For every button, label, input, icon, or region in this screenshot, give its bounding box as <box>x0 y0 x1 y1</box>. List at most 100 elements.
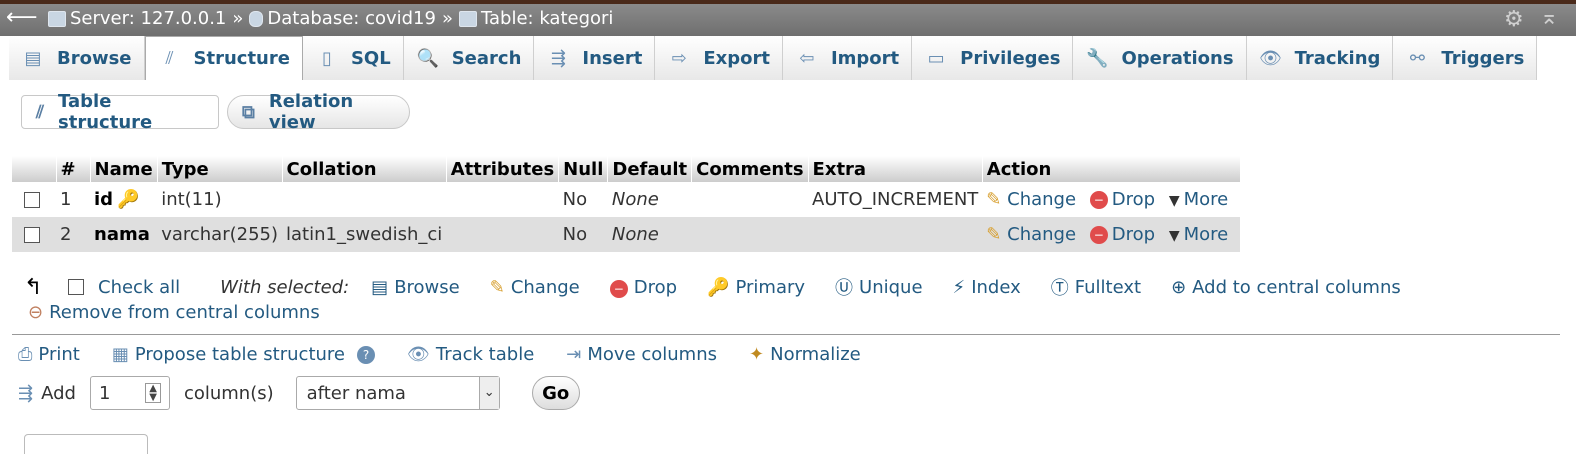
header-default[interactable]: Default <box>607 156 693 182</box>
move-columns-link[interactable]: ⇥ Move columns <box>566 344 717 365</box>
breadcrumb-separator: » <box>441 8 453 29</box>
header-attributes[interactable]: Attributes <box>446 156 560 182</box>
help-icon[interactable]: ? <box>357 345 375 364</box>
more-dropdown[interactable]: ▼ More <box>1169 224 1228 245</box>
bulk-drop-button[interactable]: − Drop <box>609 277 677 298</box>
tab-operations[interactable]: 🔧 Operations <box>1073 36 1247 80</box>
tab-label: Structure <box>193 48 290 69</box>
bulk-change-label: Change <box>510 276 580 298</box>
check-all-checkbox[interactable] <box>68 279 84 295</box>
header-checkbox <box>12 156 57 182</box>
row-num: 1 <box>60 189 72 210</box>
row-default: None <box>611 189 659 210</box>
partial-panel <box>24 434 148 454</box>
row-actions: ✎ Change − Drop ▼ More <box>982 182 1240 217</box>
tab-label: Tracking <box>1294 47 1381 69</box>
subtab-table-structure[interactable]: ⫽ Table structure <box>21 91 219 133</box>
drop-link[interactable]: − Drop <box>1089 224 1155 245</box>
subtab-relation-view[interactable]: ⧉ Relation view <box>227 91 410 133</box>
tab-insert[interactable]: ⇶ Insert <box>534 36 656 80</box>
magic-wand-icon: ✦ <box>749 344 765 365</box>
tab-search[interactable]: 🔍 Search <box>403 36 535 80</box>
bulk-fulltext-button[interactable]: Ⓣ Fulltext <box>1051 274 1141 300</box>
with-selected-label: With selected: <box>220 276 350 298</box>
header-extra[interactable]: Extra <box>808 156 983 182</box>
bulk-add-central-button[interactable]: ⊕ Add to central columns <box>1171 277 1401 298</box>
spinner-icon[interactable]: ▲ ▼ <box>145 383 161 403</box>
tab-label: Import <box>830 47 900 69</box>
row-checkbox-cell <box>12 217 56 252</box>
gear-icon[interactable]: ⚙ <box>1504 7 1524 32</box>
bulk-add-central-label: Add to central columns <box>1192 276 1401 298</box>
bulk-change-button[interactable]: ✎ Change <box>490 277 580 298</box>
tab-browse[interactable]: ▤ Browse <box>9 36 145 80</box>
track-table-link[interactable]: 👁 Track table <box>407 344 534 365</box>
browse-icon: ▤ <box>371 276 389 298</box>
row-name-cell: id 🔑 <box>90 182 157 217</box>
tab-export[interactable]: ⇨ Export <box>655 36 783 80</box>
insert-icon: ⇶ <box>550 47 566 69</box>
add-central-icon: ⊕ <box>1171 276 1187 298</box>
primary-key-icon: 🔑 <box>117 189 140 210</box>
header-type[interactable]: Type <box>157 156 283 182</box>
pencil-icon: ✎ <box>986 189 1002 210</box>
row-name: id <box>94 189 114 210</box>
wrench-icon: 🔧 <box>1086 47 1109 69</box>
row-collation: latin1_swedish_ci <box>282 217 447 252</box>
print-link[interactable]: ⎙ Print <box>18 344 80 365</box>
drop-label: Drop <box>1111 189 1156 210</box>
go-button[interactable]: Go <box>531 376 580 410</box>
fulltext-icon: Ⓣ <box>1050 278 1069 299</box>
header-comments[interactable]: Comments <box>691 156 809 182</box>
triangle-down-icon: ▼ <box>1168 228 1180 244</box>
row-checkbox[interactable] <box>24 227 40 243</box>
tab-label: Operations <box>1121 47 1234 69</box>
track-label: Track table <box>435 344 535 365</box>
tab-triggers[interactable]: ⚯ Triggers <box>1393 36 1538 80</box>
column-count-stepper[interactable]: 1 ▲ ▼ <box>89 376 170 410</box>
tab-sql[interactable]: ▯ SQL <box>302 36 404 80</box>
change-label: Change <box>1007 189 1077 210</box>
row-null: No <box>558 217 608 252</box>
bulk-browse-label: Browse <box>394 276 460 298</box>
bulk-browse-button[interactable]: ▤ Browse <box>371 277 460 298</box>
back-arrow-icon[interactable]: ⟵ <box>6 5 38 30</box>
eye-icon: 👁 <box>1259 47 1282 69</box>
row-name: nama <box>94 224 150 245</box>
bulk-index-button[interactable]: ⚡ Index <box>953 277 1021 298</box>
structure-icon: ⫽ <box>36 101 45 123</box>
arrow-up-icon: ↰ <box>24 274 43 300</box>
check-all-label[interactable]: Check all <box>98 277 180 298</box>
row-type: varchar(255) <box>157 217 283 252</box>
change-label: Change <box>1007 224 1077 245</box>
column-position-select[interactable]: after nama ⌄ <box>295 376 500 410</box>
drop-link[interactable]: − Drop <box>1089 189 1156 210</box>
header-name[interactable]: Name <box>90 156 158 182</box>
bulk-remove-central-button[interactable]: ⊖ Remove from central columns <box>28 302 320 323</box>
header-null[interactable]: Null <box>558 156 609 182</box>
breadcrumb-server[interactable]: Server: 127.0.0.1 <box>48 8 226 29</box>
more-dropdown[interactable]: ▼ More <box>1169 189 1228 210</box>
tab-label: Privileges <box>960 47 1061 69</box>
breadcrumb-database[interactable]: Database: covid19 <box>249 8 436 29</box>
collapse-icon[interactable]: ⌅ <box>1540 5 1558 30</box>
tab-tracking[interactable]: 👁 Tracking <box>1246 36 1394 80</box>
normalize-link[interactable]: ✦ Normalize <box>749 344 861 365</box>
table-row: 1 id 🔑 int(11) No None AUTO_INCREMENT ✎ C… <box>12 182 1240 217</box>
bulk-unique-button[interactable]: Ⓤ Unique <box>835 274 923 300</box>
change-link[interactable]: ✎ Change <box>986 224 1076 245</box>
tab-privileges[interactable]: ▭ Privileges <box>912 36 1074 80</box>
header-collation[interactable]: Collation <box>282 156 447 182</box>
propose-structure-link[interactable]: ▦ Propose table structure? <box>112 344 375 365</box>
structure-icon: ⫽ <box>165 48 174 69</box>
tab-import[interactable]: ⇦ Import <box>782 36 913 80</box>
columns-suffix-label: column(s) <box>183 382 274 404</box>
table-tools: ⎙ Print ▦ Propose table structure? 👁 Track … <box>18 344 893 365</box>
row-checkbox[interactable] <box>24 192 40 208</box>
header-num[interactable]: # <box>56 156 91 182</box>
bulk-primary-button[interactable]: 🔑 Primary <box>707 277 805 298</box>
tab-label: SQL <box>350 47 391 69</box>
tab-structure[interactable]: ⫽ Structure <box>144 36 303 80</box>
change-link[interactable]: ✎ Change <box>986 189 1076 210</box>
breadcrumb-table[interactable]: Table: kategori <box>458 8 613 29</box>
